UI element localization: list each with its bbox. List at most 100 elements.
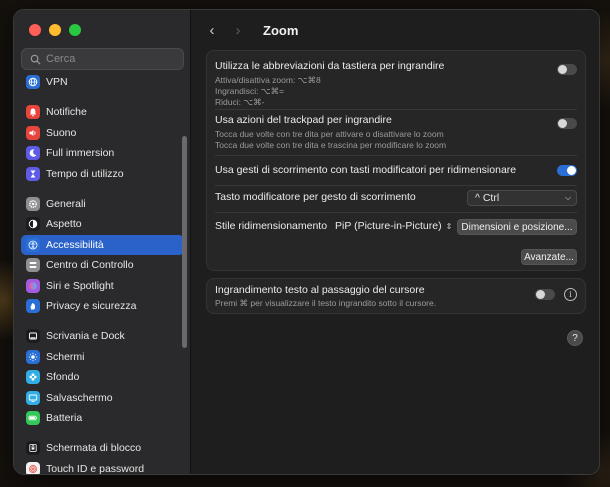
sidebar-item-label: Suono xyxy=(46,126,77,139)
moon-icon xyxy=(26,146,40,161)
hover-text-toggle[interactable] xyxy=(535,289,555,300)
sidebar-item[interactable]: Touch ID e password xyxy=(21,459,184,474)
sidebar-item-label: Privacy e sicurezza xyxy=(46,300,137,313)
divider xyxy=(215,109,577,110)
dock-icon xyxy=(26,329,40,344)
sidebar-item[interactable]: Schermi xyxy=(21,347,184,368)
sidebar-scrollbar[interactable] xyxy=(182,136,187,348)
sidebar-item-label: Aspetto xyxy=(46,218,82,231)
accessibility-icon xyxy=(26,237,40,252)
trackpad-row: Usa azioni del trackpad per ingrandire T… xyxy=(215,114,577,150)
battery-icon xyxy=(26,411,40,426)
zoom-style-popup[interactable]: PiP (Picture-in-Picture) ⇕ xyxy=(335,220,452,232)
keyboard-shortcuts-toggle[interactable] xyxy=(557,64,577,75)
modifier-key-value: ^ Ctrl xyxy=(475,192,500,204)
hover-text-label: Ingrandimento testo al passaggio del cur… xyxy=(215,284,425,296)
sidebar-item[interactable]: Full immersion xyxy=(21,143,184,164)
main-pane: ‹ › Zoom Utilizza le abbreviazioni da ta… xyxy=(191,10,599,474)
forward-button[interactable]: › xyxy=(231,22,245,39)
sidebar-item[interactable]: Salvaschermo xyxy=(21,388,184,409)
shortcut-line: Ingrandisci: ⌥⌘= xyxy=(215,86,285,96)
lock-screen-icon xyxy=(26,441,40,456)
back-button[interactable]: ‹ xyxy=(205,22,219,39)
modifier-key-row: Tasto modificatore per gesto di scorrime… xyxy=(215,189,577,207)
zoom-style-row: Stile ridimensionamento PiP (Picture-in-… xyxy=(215,218,577,236)
sidebar-item[interactable]: VPN xyxy=(21,72,184,93)
hourglass-icon xyxy=(26,166,40,181)
info-icon[interactable]: i xyxy=(564,288,577,301)
advanced-button[interactable]: Avanzate... xyxy=(521,249,577,265)
modifier-key-select[interactable]: ^ Ctrl ⌵ xyxy=(467,190,577,206)
sidebar-item-label: Batteria xyxy=(46,412,83,425)
trackpad-line: Tocca due volte con tre dita e trascina … xyxy=(215,140,447,150)
sidebar-item-label: Scrivania e Dock xyxy=(46,330,125,343)
hover-text-row: Ingrandimento testo al passaggio del cur… xyxy=(215,284,577,310)
search-field[interactable] xyxy=(21,48,184,70)
minimize-button[interactable] xyxy=(49,24,61,36)
close-button[interactable] xyxy=(29,24,41,36)
page-title: Zoom xyxy=(263,22,299,38)
sidebar-item-label: Sfondo xyxy=(46,371,80,384)
sidebar-item-label: VPN xyxy=(46,76,68,89)
help-button[interactable]: ? xyxy=(567,330,583,346)
trackpad-toggle[interactable] xyxy=(557,118,577,129)
chevron-down-icon: ⌵ xyxy=(564,193,572,202)
trackpad-line: Tocca due volte con tre dita per attivar… xyxy=(215,129,444,139)
scroll-gesture-label: Usa gesti di scorrimento con tasti modif… xyxy=(215,164,517,176)
sidebar-item-label: Tempo di utilizzo xyxy=(46,167,124,180)
hover-text-description: Premi ⌘ per visualizzare il testo ingran… xyxy=(215,298,437,308)
zoom-style-value: PiP (Picture-in-Picture) xyxy=(335,220,442,232)
sidebar-item[interactable]: Sfondo xyxy=(21,367,184,388)
keyboard-shortcuts-row: Utilizza le abbreviazioni da tastiera pe… xyxy=(215,60,577,107)
size-position-button[interactable]: Dimensioni e posizione... xyxy=(457,219,577,235)
screensaver-icon xyxy=(26,390,40,405)
speaker-icon xyxy=(26,125,40,140)
divider xyxy=(215,155,577,156)
sidebar-item[interactable]: Notifiche xyxy=(21,102,184,123)
shortcut-line: Attiva/disattiva zoom: ⌥⌘8 xyxy=(215,75,321,85)
sidebar: VPN Notifiche Suono Full immersion Tempo di … xyxy=(14,10,191,474)
sidebar-item[interactable]: Centro di Controllo xyxy=(21,255,184,276)
search-input[interactable] xyxy=(46,53,176,65)
trackpad-label: Usa azioni del trackpad per ingrandire xyxy=(215,114,392,126)
sidebar-item-label: Schermata di blocco xyxy=(46,442,142,455)
sidebar-item[interactable]: Siri e Spotlight xyxy=(21,276,184,297)
bell-icon xyxy=(26,105,40,120)
scroll-gesture-toggle[interactable] xyxy=(557,165,577,176)
sidebar-list: VPN Notifiche Suono Full immersion Tempo di … xyxy=(21,72,184,474)
sidebar-item[interactable]: Privacy e sicurezza xyxy=(21,296,184,317)
sidebar-item-label: Notifiche xyxy=(46,106,87,119)
sidebar-item[interactable]: Batteria xyxy=(21,408,184,429)
search-icon xyxy=(30,54,41,65)
gear-icon xyxy=(26,196,40,211)
sidebar-item[interactable]: Aspetto xyxy=(21,214,184,235)
scroll-gesture-row: Usa gesti di scorrimento con tasti modif… xyxy=(215,164,577,180)
divider xyxy=(215,185,577,186)
updown-chevron-icon: ⇕ xyxy=(445,221,453,231)
sidebar-item[interactable]: Tempo di utilizzo xyxy=(21,164,184,185)
shortcut-line: Riduci: ⌥⌘- xyxy=(215,97,265,107)
sidebar-item[interactable]: Accessibilità xyxy=(21,234,184,255)
sidebar-item-label: Full immersion xyxy=(46,147,115,160)
keyboard-shortcuts-label: Utilizza le abbreviazioni da tastiera pe… xyxy=(215,60,445,72)
sidebar-item-label: Salvaschermo xyxy=(46,391,113,404)
sidebar-item-label: Accessibilità xyxy=(46,238,104,251)
siri-icon xyxy=(26,278,40,293)
hand-icon xyxy=(26,299,40,314)
sidebar-item[interactable]: Scrivania e Dock xyxy=(21,326,184,347)
control-center-icon xyxy=(26,258,40,273)
zoom-settings-panel: Utilizza le abbreviazioni da tastiera pe… xyxy=(206,50,586,271)
zoom-window-button[interactable] xyxy=(69,24,81,36)
sidebar-item[interactable]: Schermata di blocco xyxy=(21,438,184,459)
sidebar-item[interactable]: Generali xyxy=(21,194,184,215)
sidebar-item-label: Centro di Controllo xyxy=(46,259,134,272)
sidebar-item[interactable]: Suono xyxy=(21,123,184,144)
sidebar-item-label: Schermi xyxy=(46,350,85,363)
window-controls xyxy=(29,24,81,36)
sidebar-item-label: Generali xyxy=(46,197,86,210)
toolbar: ‹ › Zoom xyxy=(191,10,599,50)
flower-icon xyxy=(26,370,40,385)
